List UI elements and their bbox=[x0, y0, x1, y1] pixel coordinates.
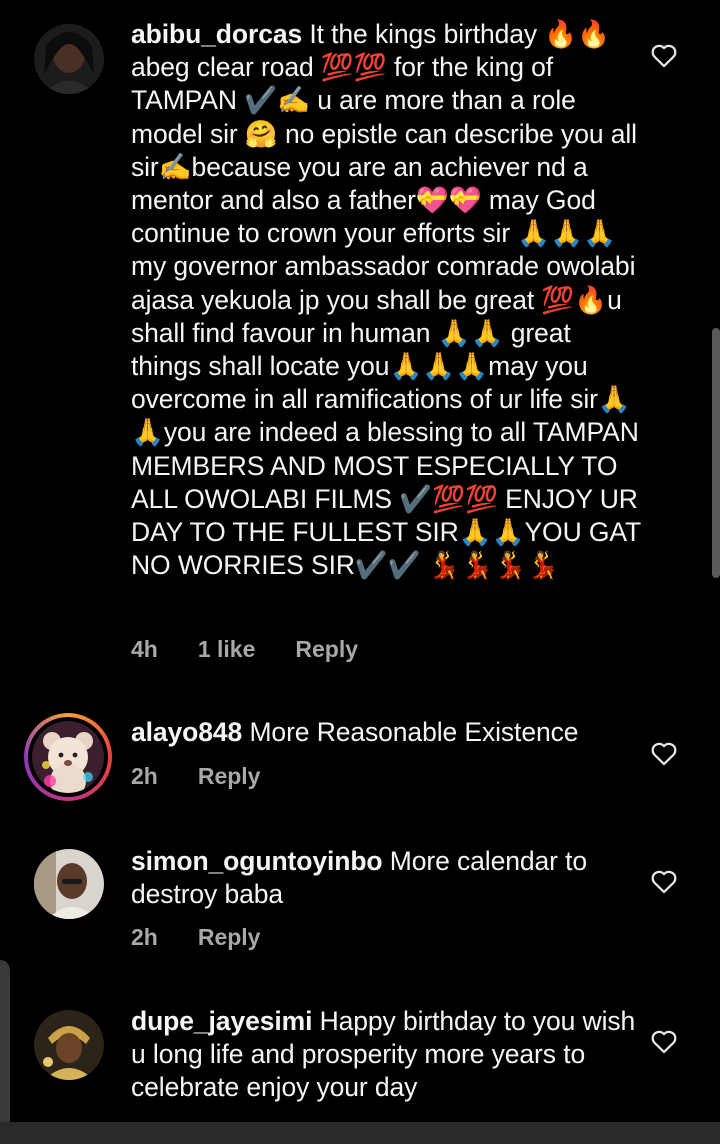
comment-body: It the kings birthday 🔥🔥 abeg clear road… bbox=[131, 19, 648, 581]
heart-icon[interactable] bbox=[650, 42, 678, 68]
comment-meta: 2h Reply bbox=[131, 763, 260, 790]
avatar[interactable] bbox=[34, 849, 104, 919]
scrollbar[interactable] bbox=[712, 328, 720, 578]
reply-button[interactable]: Reply bbox=[198, 924, 261, 951]
comment-username[interactable]: alayo848 bbox=[131, 717, 242, 747]
comment-text: dupe_jayesimi Happy birthday to you wish… bbox=[131, 1005, 641, 1105]
comment-timestamp: 2h bbox=[131, 924, 158, 950]
comment-username[interactable]: dupe_jayesimi bbox=[131, 1006, 312, 1036]
comment-meta: 4h 1 like Reply bbox=[131, 636, 358, 663]
comment-text: abibu_dorcas It the kings birthday 🔥🔥 ab… bbox=[131, 18, 641, 582]
comment-timestamp: 2h bbox=[131, 763, 158, 789]
avatar[interactable] bbox=[34, 1010, 104, 1080]
reply-button[interactable]: Reply bbox=[198, 763, 261, 790]
edge-panel-handle[interactable] bbox=[0, 960, 10, 1144]
comment-meta: 2h Reply bbox=[131, 924, 260, 951]
heart-icon[interactable] bbox=[650, 740, 678, 766]
bottom-bar bbox=[0, 1122, 720, 1144]
reply-button[interactable]: Reply bbox=[295, 636, 358, 663]
comment-username[interactable]: abibu_dorcas bbox=[131, 19, 302, 49]
comment-body: More Reasonable Existence bbox=[242, 717, 579, 747]
heart-icon[interactable] bbox=[650, 868, 678, 894]
comment-username[interactable]: simon_oguntoyinbo bbox=[131, 846, 383, 876]
comment-likes[interactable]: 1 like bbox=[198, 636, 256, 663]
comment-text: simon_oguntoyinbo More calendar to destr… bbox=[131, 845, 641, 911]
heart-icon[interactable] bbox=[650, 1028, 678, 1054]
avatar[interactable] bbox=[34, 24, 104, 94]
comment-timestamp: 4h bbox=[131, 636, 158, 662]
avatar bbox=[32, 721, 104, 793]
comment-text: alayo848 More Reasonable Existence bbox=[131, 716, 641, 749]
story-ring[interactable] bbox=[24, 713, 112, 801]
